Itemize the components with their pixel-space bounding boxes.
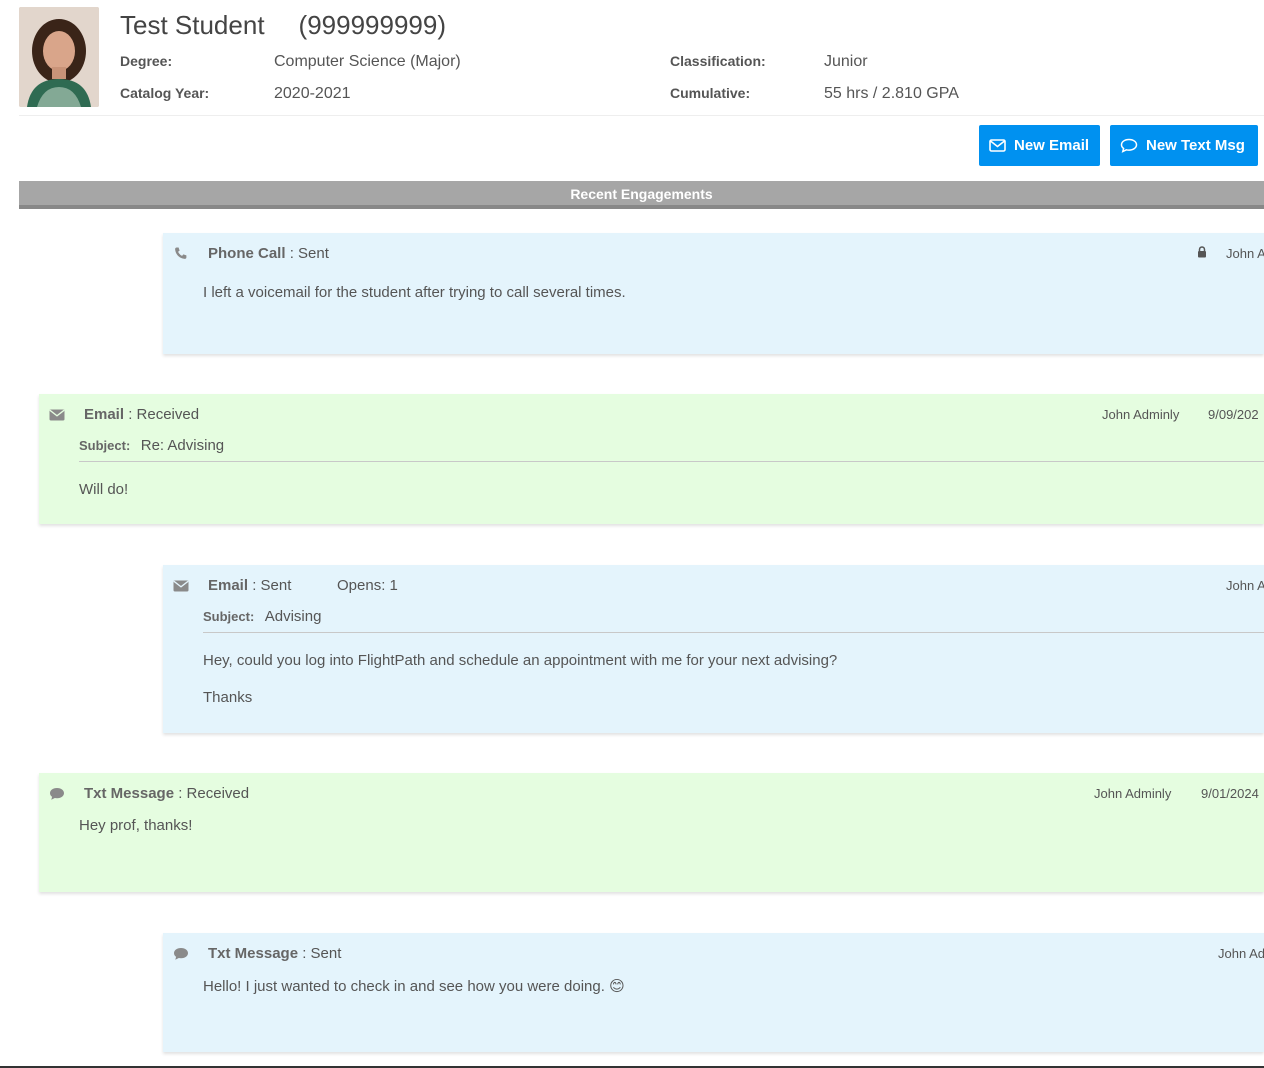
engagement-author: John Adminly xyxy=(1102,407,1180,422)
comment-outline-icon xyxy=(1120,138,1138,153)
student-header: Test Student (999999999) Degree: Computer… xyxy=(19,0,1264,116)
engagement-body: Hey prof, thanks! xyxy=(79,817,193,834)
envelope-icon xyxy=(173,580,189,592)
cumulative-value: 55 hrs / 2.810 GPA xyxy=(824,85,959,102)
engagement-type-name: Txt Message xyxy=(84,785,175,802)
new-email-button[interactable]: New Email xyxy=(979,125,1100,166)
engagement-card: Phone Call : Sent John A I left a voicem… xyxy=(163,233,1264,354)
student-avatar xyxy=(19,7,99,107)
student-name-text: Test Student xyxy=(120,10,265,40)
engagement-card: Txt Message : Received John Adminly 9/01… xyxy=(39,773,1264,892)
cumulative-label: Cumulative: xyxy=(670,85,751,101)
recent-engagements-header: Recent Engagements xyxy=(19,181,1264,209)
envelope-outline-icon xyxy=(989,139,1006,152)
subject-label: Subject: xyxy=(79,438,131,453)
comment-icon xyxy=(174,948,188,960)
email-opens-count: Opens: 1 xyxy=(337,577,398,594)
engagement-date: 9/09/202 xyxy=(1208,407,1259,422)
classification-value: Junior xyxy=(824,53,868,70)
engagement-card: Txt Message : Sent John Ad Hello! I just… xyxy=(163,933,1264,1052)
engagement-status: : Sent xyxy=(289,245,329,262)
engagement-author: John A xyxy=(1226,578,1264,593)
engagement-body: Hello! I just wanted to check in and see… xyxy=(203,977,625,995)
engagement-type-name: Email xyxy=(84,406,125,423)
engagement-author: John A xyxy=(1226,246,1264,261)
engagement-status: : Received xyxy=(178,785,250,802)
engagement-type: Email : Received xyxy=(84,406,199,423)
engagement-author: John Adminly xyxy=(1094,786,1172,801)
engagement-card: Email : Sent Opens: 1 John A Subject: Ad… xyxy=(163,565,1264,733)
engagement-author: John Ad xyxy=(1218,946,1264,961)
engagement-body: I left a voicemail for the student after… xyxy=(203,284,626,301)
envelope-icon xyxy=(49,409,65,421)
subject-row: Subject: Re: Advising xyxy=(79,437,1264,462)
degree-value: Computer Science (Major) xyxy=(274,53,461,70)
subject-row: Subject: Advising xyxy=(203,608,1264,633)
engagement-date: 9/01/2024 xyxy=(1201,786,1259,801)
engagement-type-name: Email xyxy=(208,577,249,594)
new-email-label: New Email xyxy=(1014,137,1090,154)
new-text-msg-label: New Text Msg xyxy=(1146,137,1245,154)
engagement-status: : Received xyxy=(128,406,200,423)
subject-value: Advising xyxy=(264,608,322,625)
engagement-status: : Sent xyxy=(302,945,342,962)
classification-label: Classification: xyxy=(670,53,766,69)
engagement-type-name: Txt Message xyxy=(208,945,299,962)
student-id: (999999999) xyxy=(298,10,447,40)
engagement-body-text: Hello! I just wanted to check in and see… xyxy=(203,978,605,995)
engagement-body: Hey, could you log into FlightPath and s… xyxy=(203,652,838,669)
engagement-type: Email : Sent xyxy=(208,577,291,594)
engagement-card: Email : Received John Adminly 9/09/202 S… xyxy=(39,394,1264,524)
engagement-type: Txt Message : Received xyxy=(84,785,249,802)
subject-value: Re: Advising xyxy=(140,437,225,454)
engagement-type: Txt Message : Sent xyxy=(208,945,341,962)
engagement-type-name: Phone Call xyxy=(208,245,286,262)
engagement-status: : Sent xyxy=(252,577,292,594)
smile-emoji-icon: 😊 xyxy=(609,978,625,995)
lock-icon xyxy=(1198,246,1206,258)
degree-label: Degree: xyxy=(120,53,173,69)
comment-icon xyxy=(50,788,64,800)
engagement-body: Will do! xyxy=(79,481,129,498)
new-text-msg-button[interactable]: New Text Msg xyxy=(1110,125,1258,166)
engagement-body-closing: Thanks xyxy=(203,689,253,706)
catalog-year-value: 2020-2021 xyxy=(274,85,351,102)
catalog-year-label: Catalog Year: xyxy=(120,85,210,101)
subject-label: Subject: xyxy=(203,609,255,624)
engagement-type: Phone Call : Sent xyxy=(208,245,329,262)
phone-icon xyxy=(175,247,187,259)
student-name: Test Student (999999999) xyxy=(120,10,446,41)
